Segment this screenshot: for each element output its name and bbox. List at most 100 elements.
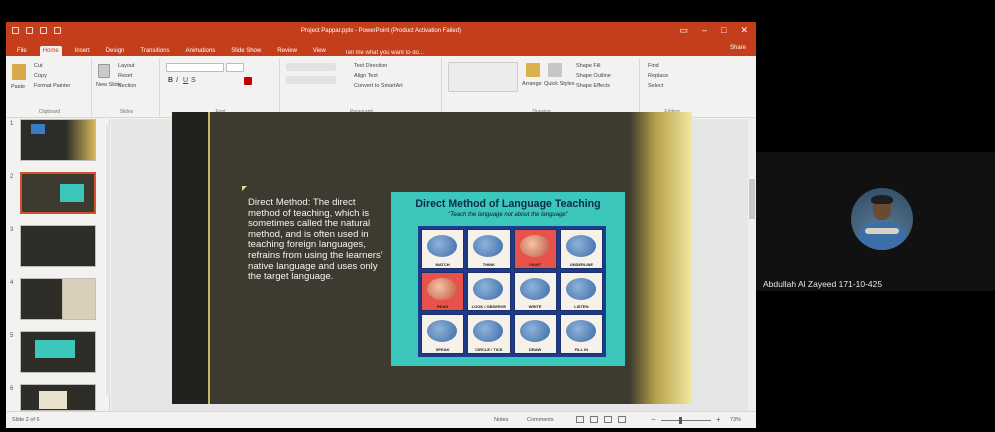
section-button[interactable]: Section bbox=[118, 83, 136, 89]
paragraph-group: Text Direction Align Text Convert to Sma… bbox=[282, 58, 442, 116]
tab-file[interactable]: File bbox=[14, 46, 30, 56]
activity-card: CIRCLE / TICK bbox=[467, 314, 511, 354]
thumbnail-scrollbar[interactable] bbox=[106, 125, 110, 395]
arrange-button[interactable]: Arrange bbox=[522, 81, 542, 87]
powerpoint-window: Project Pappar.pptx - PowerPoint (Produc… bbox=[6, 22, 756, 428]
text-direction-button[interactable]: Text Direction bbox=[354, 63, 387, 69]
slide-count: Slide 2 of 6 bbox=[12, 417, 40, 423]
quick-styles-button[interactable]: Quick Styles bbox=[544, 81, 575, 87]
shapes-gallery[interactable] bbox=[448, 62, 518, 92]
list-icons[interactable] bbox=[286, 63, 336, 71]
activity-card: UNDERLINE bbox=[559, 229, 603, 269]
current-slide[interactable]: Direct Method: The direct method of teac… bbox=[172, 112, 692, 404]
screen: Project Pappar.pptx - PowerPoint (Produc… bbox=[0, 0, 995, 432]
shape-fill-button[interactable]: Shape Fill bbox=[576, 63, 600, 69]
editing-group: Find Replace Select Editing bbox=[642, 58, 702, 116]
window-title: Project Pappar.pptx - PowerPoint (Produc… bbox=[300, 28, 462, 34]
font-size-box[interactable] bbox=[226, 63, 244, 72]
zoom-in-icon[interactable]: + bbox=[716, 415, 721, 424]
reset-button[interactable]: Reset bbox=[118, 73, 132, 79]
format-painter-button[interactable]: Format Painter bbox=[34, 83, 70, 89]
slide-scrollbar[interactable] bbox=[748, 119, 756, 411]
layout-button[interactable]: Layout bbox=[118, 63, 135, 69]
activity-card: THINK bbox=[467, 229, 511, 269]
select-button[interactable]: Select bbox=[648, 83, 663, 89]
participant-tile[interactable]: Abdullah Al Zayeed 171-10-425 bbox=[756, 152, 995, 291]
normal-view-icon[interactable] bbox=[576, 416, 584, 423]
underline-icon[interactable]: U bbox=[183, 77, 188, 84]
arrange-icon[interactable] bbox=[526, 63, 540, 77]
thumb-number: 6 bbox=[10, 386, 14, 392]
slide-thumbnail-pane: 1 2 3 4 5 6 bbox=[6, 119, 110, 411]
copy-button[interactable]: Copy bbox=[34, 73, 47, 79]
activity-card: MATCH bbox=[421, 229, 465, 269]
font-name-box[interactable] bbox=[166, 63, 224, 72]
participant-avatar bbox=[851, 188, 913, 250]
window-controls: ▭ – □ ✕ bbox=[679, 25, 748, 36]
shape-effects-button[interactable]: Shape Effects bbox=[576, 83, 610, 89]
ribbon-display-icon[interactable]: ▭ bbox=[679, 25, 688, 36]
slide-sorter-icon[interactable] bbox=[590, 416, 598, 423]
scrollbar-thumb[interactable] bbox=[749, 179, 755, 219]
slide-left-bar bbox=[172, 112, 210, 404]
align-icons[interactable] bbox=[286, 76, 336, 84]
ribbon-home: Paste Cut Copy Format Painter Clipboard … bbox=[6, 56, 756, 118]
zoom-slider-knob[interactable] bbox=[679, 417, 682, 424]
slide-body-text[interactable]: Direct Method: The direct method of teac… bbox=[248, 197, 386, 283]
zoom-level[interactable]: 73% bbox=[730, 417, 741, 423]
zoom-slider[interactable] bbox=[661, 420, 711, 421]
slide-thumbnail-4[interactable] bbox=[20, 278, 96, 320]
replace-button[interactable]: Replace bbox=[648, 73, 668, 79]
font-color-icon[interactable] bbox=[244, 77, 252, 85]
status-bar: Slide 2 of 6 Notes Comments − + 73% bbox=[6, 411, 756, 428]
close-icon[interactable]: ✕ bbox=[740, 25, 748, 36]
reading-view-icon[interactable] bbox=[604, 416, 612, 423]
activity-card: DRAW bbox=[513, 314, 557, 354]
title-bar: Project Pappar.pptx - PowerPoint (Produc… bbox=[6, 22, 756, 42]
quick-styles-icon[interactable] bbox=[548, 63, 562, 77]
paste-icon[interactable] bbox=[12, 64, 26, 80]
tab-slide-show[interactable]: Slide Show bbox=[228, 46, 264, 56]
zoom-out-icon[interactable]: − bbox=[651, 415, 656, 424]
notes-button[interactable]: Notes bbox=[494, 417, 508, 423]
slideshow-view-icon[interactable] bbox=[618, 416, 626, 423]
poster-title: Direct Method of Language Teaching bbox=[415, 198, 601, 210]
poster-image[interactable]: Direct Method of Language Teaching "Teac… bbox=[391, 192, 625, 366]
tab-review[interactable]: Review bbox=[274, 46, 300, 56]
slide-thumbnail-2[interactable] bbox=[20, 172, 96, 214]
tab-design[interactable]: Design bbox=[103, 46, 128, 56]
activity-card: LOOK / OBSERVE bbox=[467, 271, 511, 312]
view-buttons bbox=[576, 416, 626, 423]
slide-thumbnail-5[interactable] bbox=[20, 331, 96, 373]
strikethrough-icon[interactable]: S bbox=[191, 77, 196, 84]
slide-thumbnail-6[interactable] bbox=[20, 384, 96, 411]
maximize-icon[interactable]: □ bbox=[721, 25, 726, 36]
slide-thumbnail-3[interactable] bbox=[20, 225, 96, 267]
minimize-icon[interactable]: – bbox=[702, 25, 707, 36]
thumb-number: 3 bbox=[10, 227, 14, 233]
paste-button[interactable]: Paste bbox=[11, 84, 25, 90]
find-button[interactable]: Find bbox=[648, 63, 659, 69]
share-button[interactable]: Share bbox=[730, 45, 746, 51]
font-group: B I U S Font bbox=[162, 58, 280, 116]
activity-grid: MATCH THINK PAINT UNDERLINE READ LOOK / … bbox=[418, 226, 606, 357]
tab-transitions[interactable]: Transitions bbox=[137, 46, 172, 56]
convert-smartart-button[interactable]: Convert to SmartArt bbox=[354, 83, 403, 89]
italic-icon[interactable]: I bbox=[176, 77, 178, 84]
drawing-group: Arrange Quick Styles Shape Fill Shape Ou… bbox=[444, 58, 640, 116]
slides-group: New Slide Layout Reset Section Slides bbox=[94, 58, 160, 116]
clipboard-group: Paste Cut Copy Format Painter Clipboard bbox=[8, 58, 92, 116]
bold-icon[interactable]: B bbox=[168, 77, 173, 84]
participant-name: Abdullah Al Zayeed 171-10-425 bbox=[763, 279, 883, 289]
align-text-button[interactable]: Align Text bbox=[354, 73, 378, 79]
slide-thumbnail-1[interactable] bbox=[20, 119, 96, 161]
new-slide-icon[interactable] bbox=[98, 64, 110, 78]
tab-animations[interactable]: Animations bbox=[183, 46, 219, 56]
cut-button[interactable]: Cut bbox=[34, 63, 43, 69]
tab-view[interactable]: View bbox=[310, 46, 329, 56]
tab-home[interactable]: Home bbox=[39, 46, 62, 56]
comments-button[interactable]: Comments bbox=[527, 417, 554, 423]
shape-outline-button[interactable]: Shape Outline bbox=[576, 73, 611, 79]
activity-card: LISTEN bbox=[559, 271, 603, 312]
tab-insert[interactable]: Insert bbox=[72, 46, 93, 56]
